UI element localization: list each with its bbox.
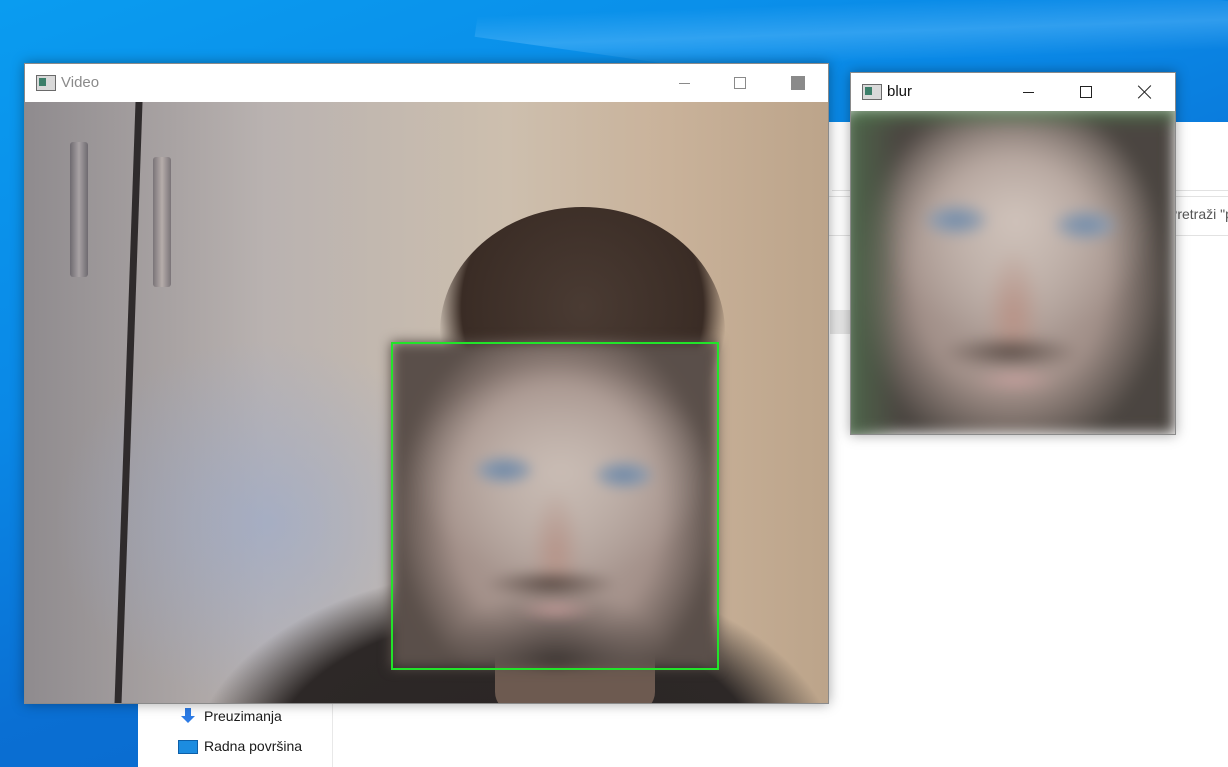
close-icon (791, 76, 805, 90)
video-frame (25, 102, 828, 703)
window-title: blur (887, 83, 913, 100)
blur-titlebar[interactable]: blur (851, 73, 1175, 111)
green-edge (851, 111, 1175, 127)
blur-window[interactable]: blur (850, 72, 1176, 435)
nav-item-label: Preuzimanja (204, 708, 282, 724)
green-edge (851, 111, 901, 434)
minimize-icon (1022, 91, 1034, 93)
video-window[interactable]: Video (24, 63, 829, 704)
desktop-icon (178, 740, 198, 754)
blurred-face-crop (851, 111, 1175, 434)
maximize-button[interactable] (717, 68, 763, 98)
minimize-button[interactable] (1005, 77, 1051, 107)
close-button[interactable] (775, 68, 821, 98)
opencv-window-icon (36, 75, 56, 91)
maximize-icon (1080, 86, 1092, 98)
opencv-window-icon (862, 84, 882, 100)
column-header-fragment (830, 310, 852, 334)
mustache (943, 337, 1078, 367)
blur-frame (851, 111, 1175, 434)
eye (926, 206, 986, 234)
maximize-button[interactable] (1063, 77, 1109, 107)
video-titlebar[interactable]: Video (25, 64, 828, 102)
minimize-button[interactable] (661, 68, 707, 98)
eye (1056, 211, 1116, 239)
close-icon (1138, 85, 1152, 99)
nav-item-preuzimanja[interactable]: Preuzimanja (178, 704, 282, 728)
download-arrow-icon (178, 708, 198, 724)
search-input-placeholder[interactable]: Pretraži "pr (1168, 206, 1228, 222)
nav-item-radna-povrsina[interactable]: Radna površina (178, 734, 302, 758)
mouth (973, 369, 1058, 391)
nose (986, 251, 1041, 346)
door-handle (70, 142, 88, 277)
face-detection-box (391, 342, 719, 670)
maximize-icon (734, 77, 746, 89)
window-title: Video (61, 74, 100, 91)
close-button[interactable] (1122, 77, 1168, 107)
door-handle (153, 157, 171, 287)
nav-item-label: Radna površina (204, 738, 303, 754)
minimize-icon (678, 82, 690, 84)
